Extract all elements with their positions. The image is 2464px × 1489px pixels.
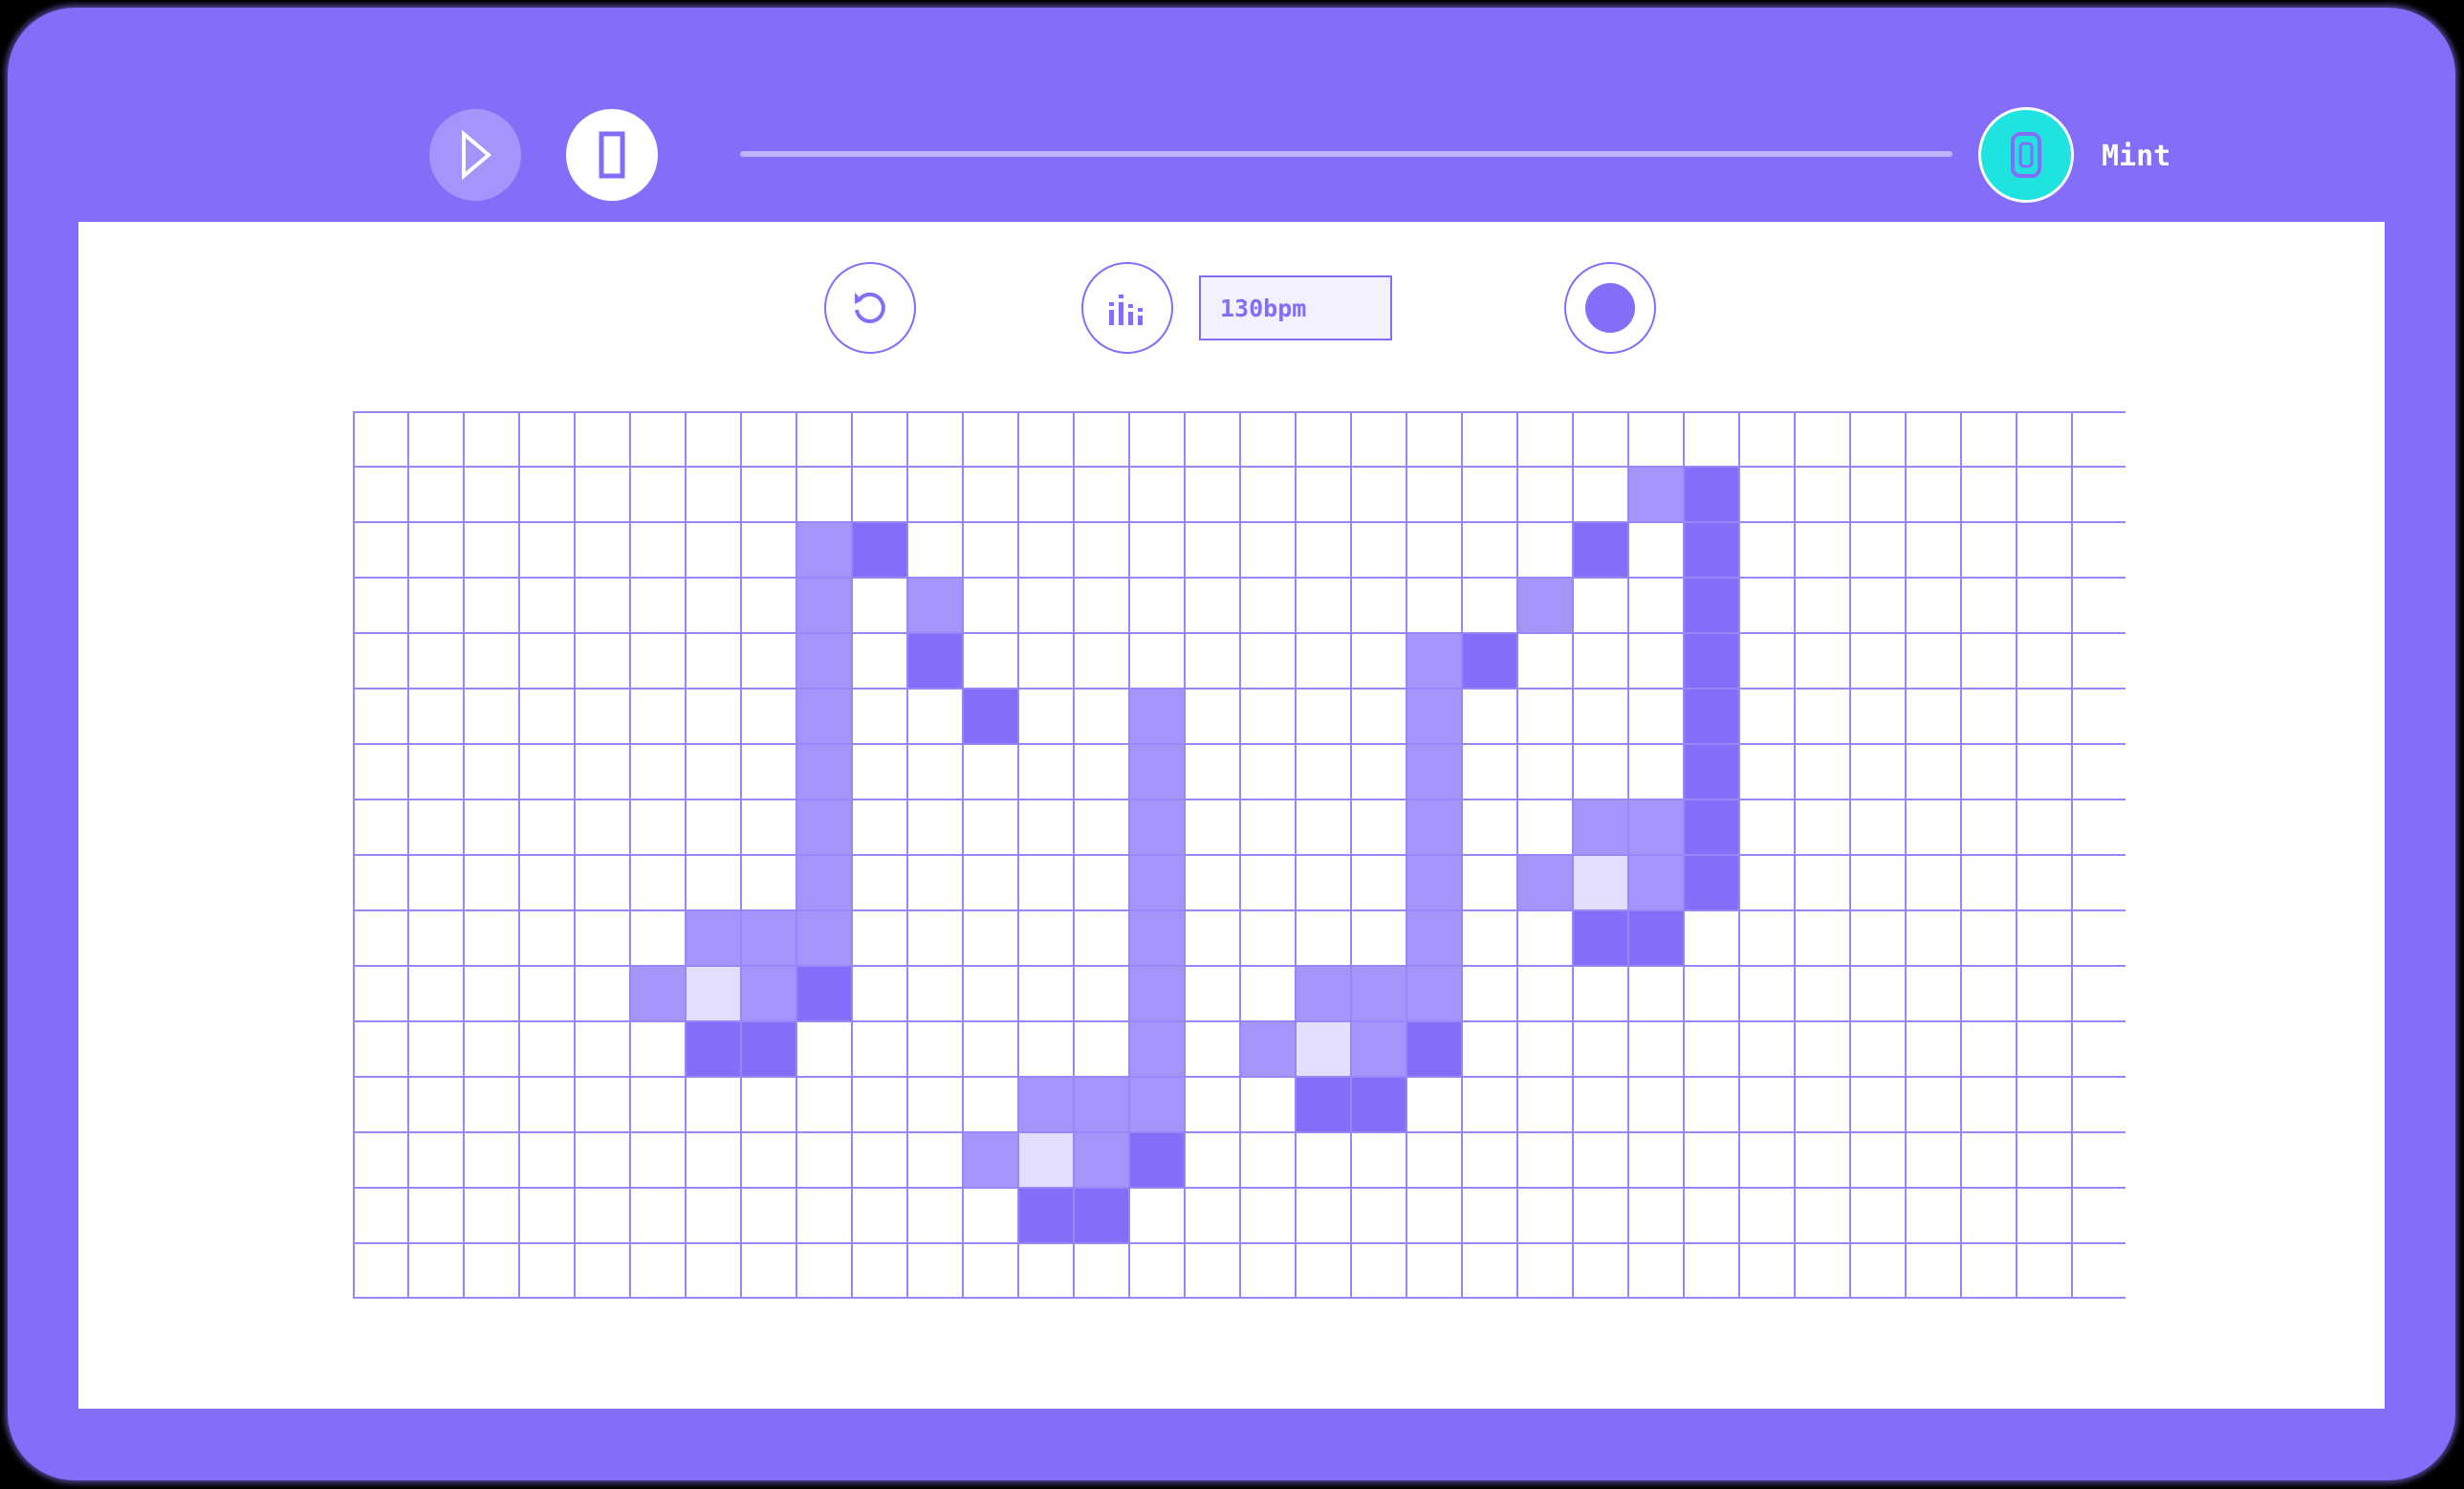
active-note-cell[interactable] (907, 578, 963, 633)
active-note-cell[interactable] (1517, 578, 1573, 633)
active-note-cell[interactable] (1296, 966, 1351, 1021)
reset-button[interactable] (824, 262, 916, 354)
player-toolbar: Mint (8, 8, 2455, 228)
active-note-cell[interactable] (1351, 1021, 1406, 1077)
wallet-icon (2011, 132, 2041, 178)
active-note-cell[interactable] (1684, 689, 1739, 744)
active-note-cell[interactable] (686, 910, 741, 966)
active-note-cell[interactable] (1129, 689, 1185, 744)
active-note-cell[interactable] (1351, 1077, 1406, 1132)
active-note-cell[interactable] (1351, 966, 1406, 1021)
active-note-cell[interactable] (1406, 633, 1462, 689)
active-note-cell[interactable] (1129, 744, 1185, 799)
active-note-cell[interactable] (1129, 1021, 1185, 1077)
active-note-cell[interactable] (1296, 1021, 1351, 1077)
active-note-cell[interactable] (741, 910, 796, 966)
active-note-cell[interactable] (1406, 855, 1462, 910)
active-note-cell[interactable] (1074, 1077, 1129, 1132)
active-note-cell[interactable] (796, 855, 852, 910)
record-button[interactable] (1564, 262, 1656, 354)
active-note-cell[interactable] (1684, 744, 1739, 799)
active-note-cell[interactable] (796, 744, 852, 799)
active-note-cell[interactable] (1296, 1077, 1351, 1132)
active-note-cell[interactable] (907, 633, 963, 689)
active-note-cell[interactable] (1406, 744, 1462, 799)
active-note-cell[interactable] (1406, 1021, 1462, 1077)
mint-label[interactable]: Mint (2102, 140, 2170, 173)
active-note-cell[interactable] (1129, 799, 1185, 855)
active-note-cell[interactable] (1018, 1077, 1074, 1132)
active-note-cell[interactable] (1129, 855, 1185, 910)
active-note-cell[interactable] (1129, 910, 1185, 966)
active-note-cell[interactable] (1684, 633, 1739, 689)
document-icon (599, 131, 625, 179)
active-note-cell[interactable] (1462, 633, 1517, 689)
record-icon (1585, 283, 1635, 333)
active-note-cell[interactable] (1406, 910, 1462, 966)
active-note-cell[interactable] (1684, 467, 1739, 522)
equalizer-icon (1109, 295, 1143, 325)
active-note-cell[interactable] (1129, 1077, 1185, 1132)
active-note-cell[interactable] (686, 966, 741, 1021)
active-note-cell[interactable] (1628, 467, 1684, 522)
sequencer-grid[interactable] (353, 411, 2127, 1303)
active-note-cell[interactable] (1684, 855, 1739, 910)
active-note-cell[interactable] (796, 910, 852, 966)
progress-track[interactable] (740, 151, 1952, 157)
app-window: Mint 130bpm (8, 8, 2455, 1480)
active-note-cell[interactable] (1406, 799, 1462, 855)
active-note-cell[interactable] (1406, 966, 1462, 1021)
active-note-cell[interactable] (1240, 1021, 1296, 1077)
active-note-cell[interactable] (1684, 578, 1739, 633)
mint-account-button[interactable] (1978, 107, 2074, 203)
active-note-cell[interactable] (796, 689, 852, 744)
reset-icon (855, 292, 885, 323)
active-note-cell[interactable] (1573, 799, 1628, 855)
active-note-cell[interactable] (1684, 522, 1739, 578)
active-note-cell[interactable] (1074, 1132, 1129, 1188)
active-note-cell[interactable] (1129, 966, 1185, 1021)
active-note-cell[interactable] (852, 522, 907, 578)
tempo-input[interactable]: 130bpm (1199, 275, 1392, 340)
active-note-cell[interactable] (796, 522, 852, 578)
play-button[interactable] (429, 109, 521, 201)
active-note-cell[interactable] (963, 689, 1018, 744)
active-note-cell[interactable] (796, 633, 852, 689)
note-grid[interactable] (353, 411, 2127, 1299)
sequencer-panel: 130bpm (78, 222, 2385, 1409)
active-note-cell[interactable] (796, 966, 852, 1021)
active-note-cell[interactable] (1628, 910, 1684, 966)
active-note-cell[interactable] (1018, 1188, 1074, 1243)
active-note-cell[interactable] (1628, 855, 1684, 910)
active-note-cell[interactable] (1129, 1132, 1185, 1188)
active-note-cell[interactable] (1573, 910, 1628, 966)
active-note-cell[interactable] (963, 1132, 1018, 1188)
active-note-cell[interactable] (1018, 1132, 1074, 1188)
tempo-button[interactable] (1081, 262, 1173, 354)
active-note-cell[interactable] (741, 1021, 796, 1077)
active-note-cell[interactable] (630, 966, 686, 1021)
active-note-cell[interactable] (1074, 1188, 1129, 1243)
active-note-cell[interactable] (1573, 855, 1628, 910)
active-note-cell[interactable] (796, 578, 852, 633)
play-icon (462, 129, 492, 181)
active-note-cell[interactable] (686, 1021, 741, 1077)
active-note-cell[interactable] (1517, 855, 1573, 910)
active-note-cell[interactable] (1628, 799, 1684, 855)
active-note-cell[interactable] (1573, 522, 1628, 578)
active-note-cell[interactable] (1684, 799, 1739, 855)
active-note-cell[interactable] (741, 966, 796, 1021)
active-note-cell[interactable] (796, 799, 852, 855)
active-note-cell[interactable] (1406, 689, 1462, 744)
document-button[interactable] (566, 109, 658, 201)
